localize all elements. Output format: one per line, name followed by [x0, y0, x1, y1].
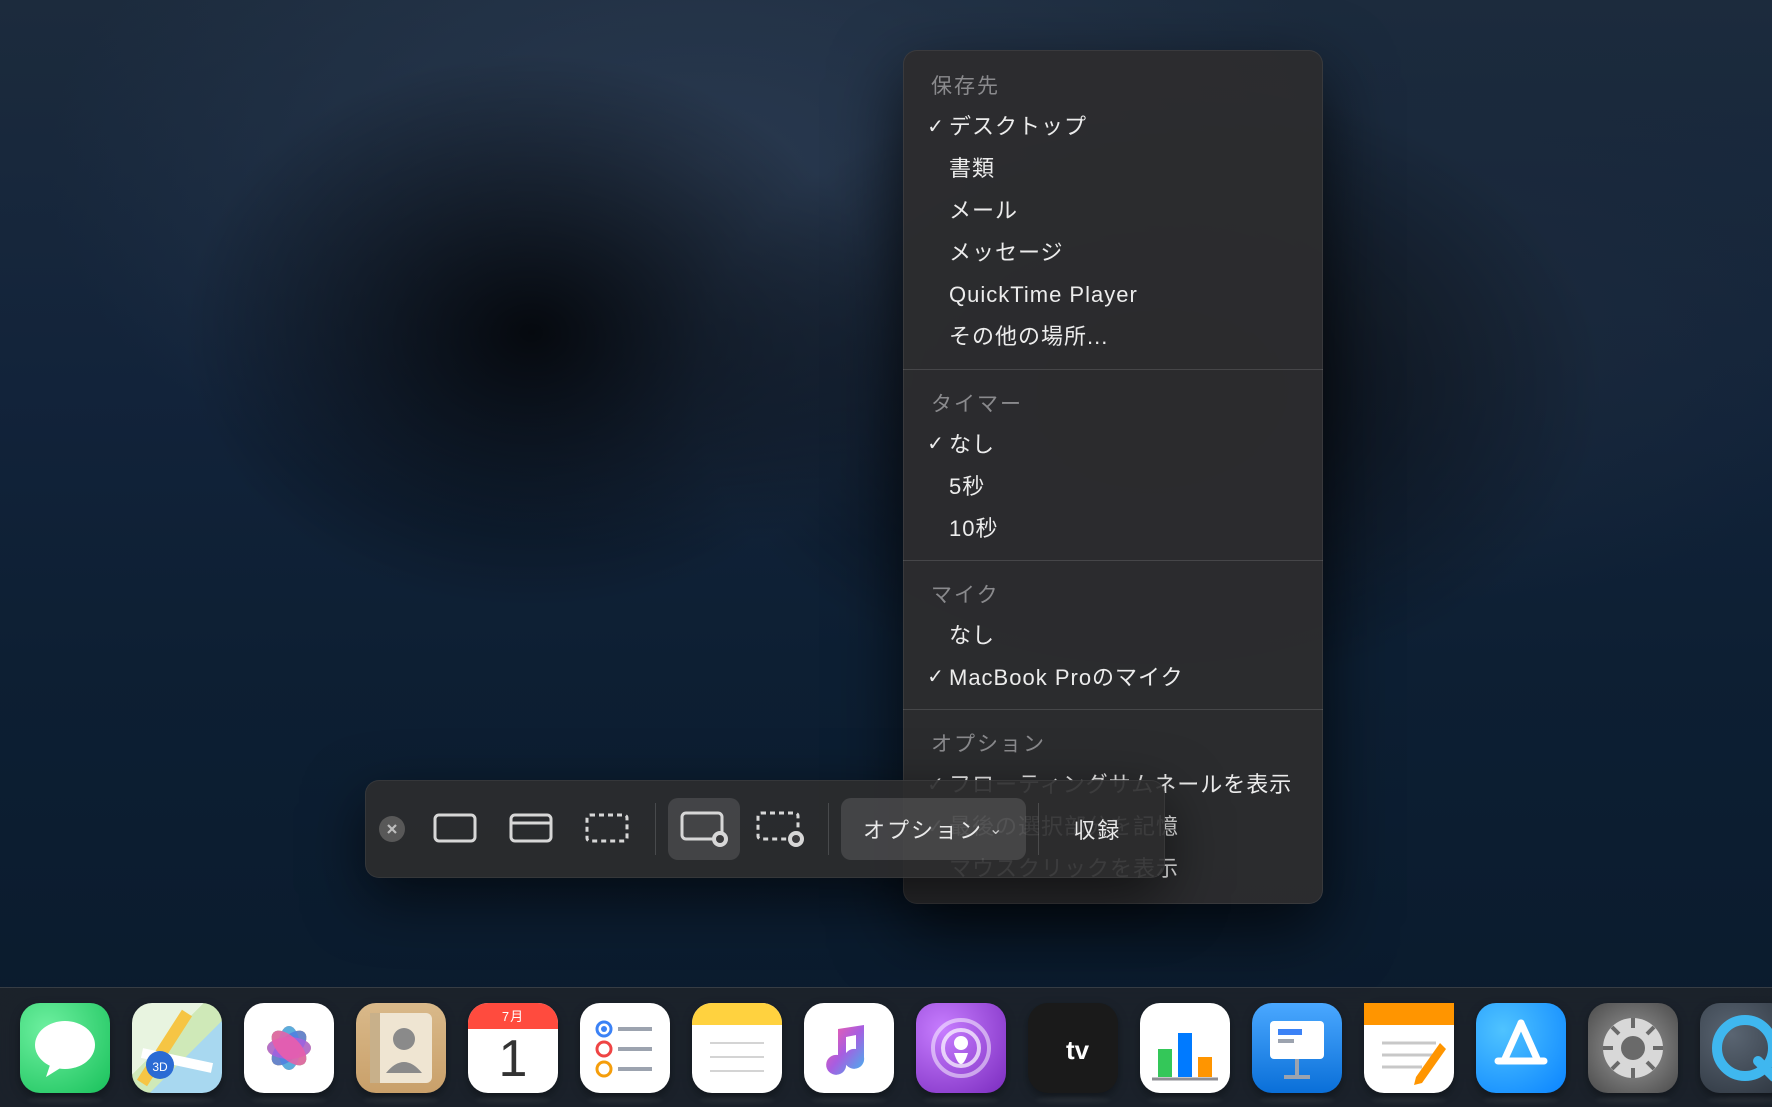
record-selection-button[interactable] [744, 798, 816, 860]
window-icon [507, 811, 555, 847]
dock-app-reminders[interactable] [580, 1003, 670, 1093]
check-icon: ✓ [923, 662, 949, 693]
capture-action-button[interactable]: 収録 [1051, 798, 1143, 860]
appstore-icon [1476, 1003, 1566, 1093]
dock-app-podcasts[interactable] [916, 1003, 1006, 1093]
record-entire-screen-button[interactable] [668, 798, 740, 860]
menu-item-quicktime[interactable]: QuickTime Player [903, 274, 1323, 316]
menu-label: その他の場所... [949, 320, 1108, 354]
svg-text:3D: 3D [152, 1060, 168, 1074]
contacts-icon [356, 1003, 446, 1093]
menu-item-messages[interactable]: メッセージ [903, 232, 1323, 274]
pages-icon [1364, 1003, 1454, 1093]
photos-icon [244, 1003, 334, 1093]
options-button[interactable]: オプション ⌄ [841, 798, 1026, 860]
dock: 3D [0, 987, 1772, 1107]
check-icon: ✓ [923, 112, 949, 143]
dock-app-appstore[interactable] [1476, 1003, 1566, 1093]
numbers-icon [1140, 1003, 1230, 1093]
divider [903, 560, 1323, 561]
quicktime-icon [1700, 1003, 1772, 1093]
dock-app-contacts[interactable] [356, 1003, 446, 1093]
menu-label: デスクトップ [949, 110, 1087, 144]
dock-app-quicktime[interactable] [1700, 1003, 1772, 1093]
section-title-save: 保存先 [903, 62, 1323, 106]
divider [903, 709, 1323, 710]
chevron-down-icon: ⌄ [989, 819, 1004, 839]
options-popover: 保存先 ✓デスクトップ 書類 メール メッセージ QuickTime Playe… [903, 50, 1323, 904]
dock-app-photos[interactable] [244, 1003, 334, 1093]
calendar-day: 1 [468, 1025, 558, 1093]
capture-window-button[interactable] [495, 798, 567, 860]
reminders-icon [580, 1003, 670, 1093]
divider [903, 369, 1323, 370]
section-title-mic: マイク [903, 571, 1323, 615]
dock-app-pages[interactable] [1364, 1003, 1454, 1093]
menu-item-desktop[interactable]: ✓デスクトップ [903, 106, 1323, 148]
capture-selection-button[interactable] [571, 798, 643, 860]
section-title-timer: タイマー [903, 380, 1323, 424]
record-screen-icon [678, 809, 730, 849]
capture-label: 収録 [1073, 813, 1121, 845]
dock-app-numbers[interactable] [1140, 1003, 1230, 1093]
menu-label: なし [949, 428, 995, 462]
close-button[interactable] [379, 816, 405, 842]
menu-item-mic-internal[interactable]: ✓MacBook Proのマイク [903, 657, 1323, 699]
screen-icon [431, 811, 479, 847]
divider [1038, 803, 1039, 855]
notes-icon [692, 1003, 782, 1093]
dock-container: 3D [0, 977, 1772, 1107]
options-label: オプション [863, 813, 983, 845]
menu-item-mail[interactable]: メール [903, 190, 1323, 232]
dock-app-music[interactable] [804, 1003, 894, 1093]
record-selection-icon [754, 809, 806, 849]
menu-item-timer-5s[interactable]: 5秒 [903, 466, 1323, 508]
check-icon: ✓ [923, 429, 949, 460]
close-icon [386, 823, 398, 835]
podcasts-icon [916, 1003, 1006, 1093]
dock-app-keynote[interactable] [1252, 1003, 1342, 1093]
menu-label: なし [949, 619, 995, 653]
menu-item-mic-none[interactable]: なし [903, 615, 1323, 657]
dock-app-notes[interactable] [692, 1003, 782, 1093]
capture-entire-screen-button[interactable] [419, 798, 491, 860]
section-title-options: オプション [903, 720, 1323, 764]
selection-icon [583, 811, 631, 847]
screenshot-toolbar: オプション ⌄ 収録 [365, 780, 1165, 878]
desktop-wallpaper [0, 0, 1772, 1107]
keynote-icon [1252, 1003, 1342, 1093]
menu-label: 5秒 [949, 470, 985, 504]
svg-text:tv: tv [1066, 1035, 1090, 1065]
menu-item-other-location[interactable]: その他の場所... [903, 316, 1323, 358]
dock-app-maps[interactable]: 3D [132, 1003, 222, 1093]
tv-icon: tv [1028, 1003, 1118, 1093]
menu-item-timer-10s[interactable]: 10秒 [903, 508, 1323, 550]
music-icon [804, 1003, 894, 1093]
menu-label: MacBook Proのマイク [949, 661, 1184, 695]
menu-label: メール [949, 194, 1018, 228]
divider [655, 803, 656, 855]
menu-label: メッセージ [949, 236, 1064, 270]
dock-app-messages[interactable] [20, 1003, 110, 1093]
menu-label: QuickTime Player [949, 278, 1138, 312]
messages-icon [20, 1003, 110, 1093]
gear-icon [1588, 1003, 1678, 1093]
maps-icon: 3D [132, 1003, 222, 1093]
dock-app-calendar[interactable]: 7月 1 [468, 1003, 558, 1093]
menu-label: 書類 [949, 152, 995, 186]
menu-item-timer-none[interactable]: ✓なし [903, 424, 1323, 466]
menu-item-documents[interactable]: 書類 [903, 148, 1323, 190]
dock-app-settings[interactable] [1588, 1003, 1678, 1093]
divider [828, 803, 829, 855]
menu-label: 10秒 [949, 512, 998, 546]
dock-app-tv[interactable]: tv [1028, 1003, 1118, 1093]
